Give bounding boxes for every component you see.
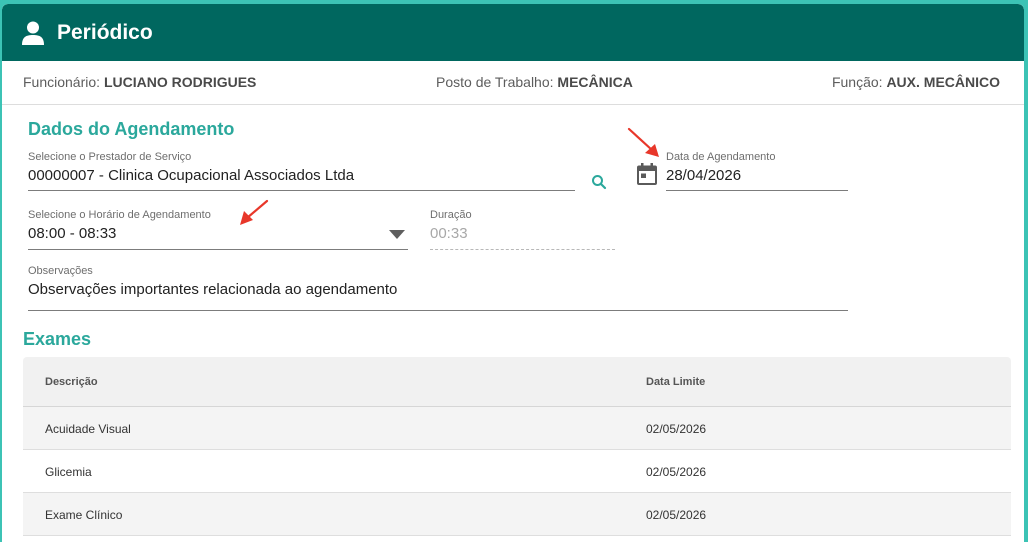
- page-title: Periódico: [57, 20, 153, 44]
- duration-field: Duração 00:33: [430, 209, 615, 250]
- notes-input[interactable]: Observações importantes relacionada ao a…: [28, 281, 848, 298]
- exams-table: Descrição Data Limite Acuidade Visual 02…: [23, 357, 1011, 536]
- scheduling-section-title: Dados do Agendamento: [28, 119, 235, 139]
- calendar-icon[interactable]: [637, 163, 657, 185]
- column-header-description[interactable]: Descrição: [45, 376, 98, 388]
- notes-underline: [28, 310, 848, 311]
- duration-underline: [430, 249, 615, 250]
- provider-underline: [28, 190, 575, 191]
- workstation-info: Posto de Trabalho: MECÂNICA: [436, 74, 633, 90]
- exam-description: Acuidade Visual: [45, 422, 131, 436]
- role-info: Função: AUX. MECÂNICO: [832, 74, 1000, 90]
- time-underline: [28, 249, 408, 250]
- employee-label: Funcionário:: [23, 74, 101, 90]
- date-input[interactable]: 28/04/2026: [666, 167, 848, 184]
- notes-field[interactable]: Observações Observações importantes rela…: [28, 265, 848, 311]
- time-value[interactable]: 08:00 - 08:33: [28, 225, 408, 242]
- search-icon[interactable]: [591, 174, 607, 190]
- date-field[interactable]: Data de Agendamento 28/04/2026: [666, 151, 848, 191]
- notes-label: Observações: [28, 265, 93, 277]
- exams-table-header: Descrição Data Limite: [23, 357, 1011, 407]
- table-row[interactable]: Glicemia 02/05/2026: [23, 450, 1011, 493]
- employee-value: LUCIANO RODRIGUES: [103, 74, 257, 90]
- provider-label: Selecione o Prestador de Serviço: [28, 151, 192, 163]
- exam-deadline: 02/05/2026: [646, 508, 707, 522]
- exam-deadline: 02/05/2026: [646, 422, 707, 436]
- time-label: Selecione o Horário de Agendamento: [28, 209, 211, 221]
- annotation-arrow-time: [240, 199, 269, 225]
- employee-info: Funcionário: LUCIANO RODRIGUES: [23, 74, 256, 90]
- provider-field[interactable]: Selecione o Prestador de Serviço 0000000…: [28, 151, 575, 191]
- exam-deadline: 02/05/2026: [646, 465, 707, 479]
- exams-section-title: Exames: [23, 329, 92, 349]
- provider-input[interactable]: 00000007 - Clinica Ocupacional Associado…: [28, 167, 575, 184]
- date-label: Data de Agendamento: [666, 151, 776, 163]
- workstation-value: MECÂNICA: [557, 74, 633, 90]
- caret-down-icon[interactable]: [389, 230, 405, 239]
- employee-info-bar: Funcionário: LUCIANO RODRIGUES Posto de …: [2, 61, 1024, 105]
- role-label: Função:: [831, 74, 883, 90]
- workstation-label: Posto de Trabalho:: [436, 74, 554, 90]
- time-select[interactable]: Selecione o Horário de Agendamento 08:00…: [28, 209, 408, 250]
- column-header-deadline[interactable]: Data Limite: [646, 376, 705, 388]
- table-row[interactable]: Exame Clínico 02/05/2026: [23, 493, 1011, 536]
- periodic-exam-card: Periódico Funcionário: LUCIANO RODRIGUES…: [2, 4, 1024, 542]
- user-icon: [22, 21, 44, 45]
- table-row[interactable]: Acuidade Visual 02/05/2026: [23, 407, 1011, 450]
- duration-value: 00:33: [430, 225, 468, 242]
- exam-description: Exame Clínico: [45, 508, 123, 522]
- duration-label: Duração: [430, 209, 472, 221]
- role-value: AUX. MECÂNICO: [886, 74, 1000, 90]
- annotation-arrow-date: [627, 127, 659, 157]
- date-underline: [666, 190, 848, 191]
- exam-description: Glicemia: [45, 465, 92, 479]
- card-header: Periódico: [2, 4, 1024, 61]
